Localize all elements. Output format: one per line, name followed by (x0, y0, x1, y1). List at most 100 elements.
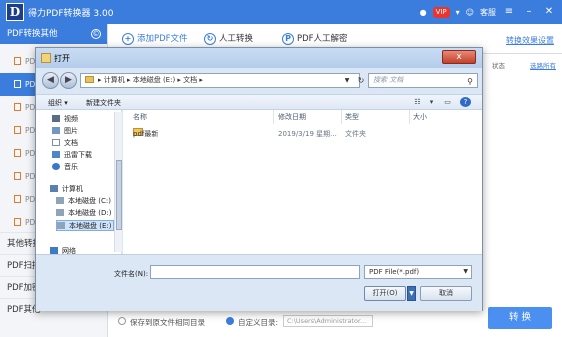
nav-item-documents[interactable]: 文档 (52, 138, 78, 149)
effect-settings-link[interactable]: 转换效果设置 (506, 35, 554, 46)
pdf-doc-icon (14, 172, 21, 180)
new-folder-button[interactable]: 新建文件夹 (86, 98, 121, 108)
minimize-icon[interactable]: – (522, 5, 536, 19)
column-separator (273, 110, 274, 124)
organize-menu[interactable]: 组织 ▾ (48, 98, 68, 108)
breadcrumb-drive[interactable]: 本地磁盘 (E:) (133, 76, 175, 84)
close-icon[interactable]: ✕ (542, 5, 556, 19)
breadcrumb-docs[interactable]: 文档 (183, 76, 197, 84)
column-modified[interactable]: 修改日期 (278, 111, 306, 123)
dialog-titlebar: 打开 x (36, 48, 482, 68)
drive-icon (56, 197, 64, 204)
plus-icon: + (122, 33, 134, 45)
address-row: ◀ ▶ ▸ 计算机 ▸ 本地磁盘 (E:) ▸ 文档 ▸ ▼ ↻ 搜索 文档 ⚲ (36, 68, 482, 94)
nav-item-music[interactable]: 音乐 (52, 162, 78, 173)
custom-dir-label: 自定义目录: (238, 318, 279, 327)
pdf-doc-icon (14, 218, 21, 226)
pdf-doc-icon (14, 103, 21, 111)
column-size[interactable]: 大小 (413, 111, 427, 123)
output-path-field[interactable]: C:\Users\Administrator... (283, 315, 373, 327)
picture-icon (52, 127, 60, 134)
select-all-link[interactable]: 选路所有 (530, 60, 556, 70)
pdf-doc-icon (14, 57, 21, 65)
sidebar-header-label: PDF转换其他 (7, 29, 58, 39)
pdf-doc-icon (14, 80, 21, 88)
user-icon[interactable]: ● (420, 8, 427, 17)
back-button[interactable]: ◀ (42, 72, 59, 89)
computer-icon (50, 185, 58, 192)
column-type[interactable]: 类型 (345, 111, 359, 123)
same-dir-label: 保存到原文件相同目录 (130, 318, 205, 327)
tab-manual-convert[interactable]: ↻ 人工转换 (204, 30, 253, 48)
app-title: 得力PDF转换器 3.00 (28, 9, 114, 19)
customer-service-label[interactable]: 客服 (480, 7, 496, 18)
filetype-select[interactable]: PDF File(*.pdf) ▼ (364, 265, 472, 279)
nav-item-drive-c[interactable]: 本地磁盘 (C:) (56, 196, 111, 207)
nav-item-video[interactable]: 视频 (52, 114, 78, 125)
pdf-doc-icon (14, 126, 21, 134)
titlebar-controls: ● VIP ▾ ☺ 客服 ≡ – ✕ (420, 4, 556, 20)
convert-button[interactable]: 转 换 (488, 307, 552, 329)
dialog-toolbar: 组织 ▾ 新建文件夹 ☷ ▾ ▭ ? (36, 94, 482, 110)
file-list: 名称 修改日期 类型 大小 pdf最新 2019/3/19 星期... 文件夹 (123, 110, 482, 254)
drive-icon (57, 222, 65, 229)
vip-badge[interactable]: VIP (432, 6, 450, 18)
column-separator (409, 110, 410, 124)
filename-input[interactable] (150, 265, 360, 279)
column-separator (341, 110, 342, 124)
collapse-icon[interactable]: © (91, 29, 101, 39)
nav-item-pictures[interactable]: 图片 (52, 126, 78, 137)
refresh-icon[interactable]: ↻ (355, 73, 367, 88)
app-logo: D (6, 3, 24, 21)
chevron-down-icon: ▼ (463, 268, 468, 275)
download-icon (52, 151, 60, 158)
tab-add-pdf[interactable]: + 添加PDF文件 (122, 30, 188, 48)
file-modified: 2019/3/19 星期... (278, 130, 337, 138)
breadcrumb-computer[interactable]: 计算机 (104, 76, 125, 84)
chevron-down-icon[interactable]: ▾ (426, 97, 437, 107)
music-icon (52, 163, 60, 170)
dialog-close-button[interactable]: x (442, 50, 476, 64)
chevron-down-icon[interactable]: ▾ (456, 8, 460, 17)
cancel-button[interactable]: 取消 (420, 286, 472, 301)
nav-item-drive-d[interactable]: 本地磁盘 (D:) (56, 208, 111, 219)
app-titlebar: D 得力PDF转换器 3.00 ● VIP ▾ ☺ 客服 ≡ – ✕ (0, 0, 562, 24)
custom-dir-radio[interactable] (226, 317, 234, 325)
same-dir-radio[interactable] (118, 317, 126, 325)
tab-manual-decrypt[interactable]: P PDF人工解密 (282, 30, 348, 48)
address-dropdown-icon[interactable]: ▼ (341, 73, 353, 88)
dialog-bottom-pane: 文件名(N): PDF File(*.pdf) ▼ 打开(O) ▼ 取消 (36, 254, 482, 311)
folder-icon (85, 76, 94, 83)
open-button[interactable]: 打开(O) (364, 286, 406, 301)
column-name[interactable]: 名称 (133, 111, 147, 123)
preview-pane-icon[interactable]: ▭ (442, 97, 453, 107)
nav-item-computer[interactable]: 计算机 (50, 184, 83, 195)
search-icon[interactable]: ⚲ (467, 75, 473, 88)
document-icon (52, 139, 60, 146)
customer-service-icon[interactable]: ☺ (466, 8, 474, 17)
view-options-icon[interactable]: ☷ (412, 97, 423, 107)
forward-button[interactable]: ▶ (60, 72, 77, 89)
video-icon (52, 115, 60, 122)
nav-item-drive-e[interactable]: 本地磁盘 (E:) (56, 220, 114, 231)
address-bar[interactable]: ▸ 计算机 ▸ 本地磁盘 (E:) ▸ 文档 ▸ (80, 73, 360, 88)
drive-icon (56, 209, 64, 216)
bottom-bar: 保存到原文件相同目录 自定义目录: C:\Users\Administrator… (108, 307, 562, 337)
sidebar-header[interactable]: PDF转换其他 © (0, 24, 107, 44)
menu-icon[interactable]: ≡ (502, 5, 516, 19)
dialog-icon (41, 53, 51, 63)
file-row[interactable]: pdf最新 2019/3/19 星期... 文件夹 (123, 128, 482, 141)
network-icon (50, 247, 58, 254)
nav-item-downloads[interactable]: 迅雷下载 (52, 150, 92, 161)
file-type: 文件夹 (345, 130, 366, 138)
pdf-doc-icon (14, 149, 21, 157)
pdf-icon: P (282, 33, 294, 45)
open-file-dialog: 打开 x ◀ ▶ ▸ 计算机 ▸ 本地磁盘 (E:) ▸ 文档 ▸ ▼ ↻ 搜索… (35, 47, 483, 311)
navigation-pane: 视频 图片 文档 迅雷下载 音乐 计算机 本地磁盘 (C:) 本地磁盘 (D:)… (36, 110, 122, 255)
search-input[interactable]: 搜索 文档 ⚲ (368, 73, 478, 88)
scroll-thumb[interactable] (116, 160, 122, 230)
nav-scrollbar[interactable] (114, 112, 122, 252)
help-icon[interactable]: ? (460, 97, 471, 107)
open-dropdown-button[interactable]: ▼ (407, 286, 416, 301)
refresh-icon: ↻ (204, 33, 216, 45)
